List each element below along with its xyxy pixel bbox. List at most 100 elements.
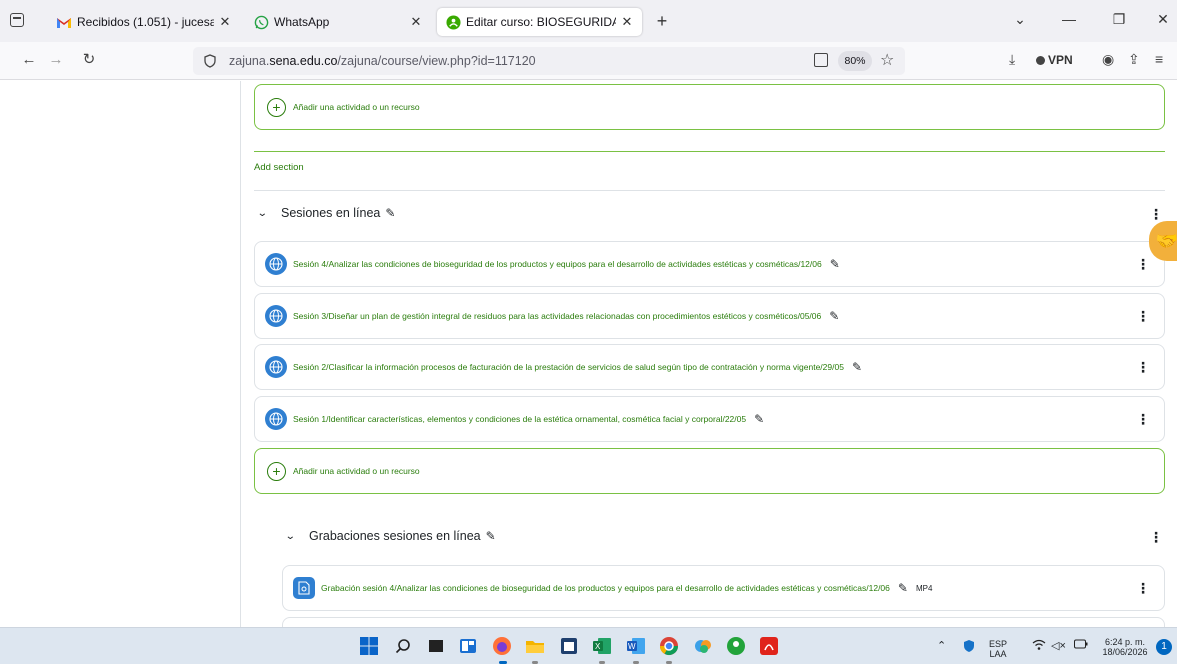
close-window-button[interactable]: ✕ (1153, 11, 1173, 28)
acrobat-icon[interactable] (757, 634, 781, 658)
activity-item: Grabación sesión 4/Analizar las condicio… (282, 565, 1165, 611)
url-globe-icon (265, 253, 287, 275)
volume-muted-icon[interactable]: ◁× (1051, 639, 1066, 652)
zoom-level-badge[interactable]: 80% (838, 51, 872, 71)
section-divider (254, 190, 1165, 191)
vpn-button[interactable]: VPN (1036, 53, 1073, 67)
minimize-button[interactable]: — (1059, 11, 1079, 27)
activity-menu-icon[interactable]: ⋮ (1136, 411, 1150, 428)
search-icon[interactable] (391, 634, 415, 658)
course-page: + Añadir una actividad o un recurso Add … (0, 81, 1177, 627)
plus-circle-icon: + (267, 461, 286, 481)
activity-menu-icon[interactable]: ⋮ (1136, 256, 1150, 273)
tab-whatsapp[interactable]: WhatsApp ✕ (245, 8, 431, 36)
edit-pencil-icon[interactable]: ✎ (852, 360, 862, 374)
plus-circle-icon: + (267, 97, 286, 117)
input-language[interactable]: ESP LAA (989, 639, 1007, 659)
url-text[interactable]: zajuna.sena.edu.co/zajuna/course/view.ph… (229, 54, 536, 68)
add-activity-label: Añadir una actividad o un recurso (293, 102, 420, 112)
tab-title: Editar curso: BIOSEGURIDAD AP (466, 15, 616, 29)
tab-gmail[interactable]: Recibidos (1.051) - jucesapin@g ✕ (48, 8, 240, 36)
activity-menu-icon[interactable]: ⋮ (1136, 359, 1150, 376)
chevron-down-icon[interactable]: ⌄ (257, 208, 275, 219)
section-divider (254, 151, 1165, 152)
edit-pencil-icon[interactable]: ✎ (829, 309, 839, 323)
wifi-icon[interactable] (1032, 639, 1046, 654)
address-bar[interactable]: zajuna.sena.edu.co/zajuna/course/view.ph… (193, 47, 905, 75)
file-icon (293, 577, 315, 599)
edit-pencil-icon[interactable]: ✎ (385, 206, 395, 220)
menu-icon[interactable]: ≡ (1155, 51, 1163, 67)
restore-button[interactable]: ❐ (1109, 11, 1129, 28)
word-icon[interactable]: W (624, 634, 648, 658)
edit-pencil-icon[interactable]: ✎ (754, 412, 764, 426)
file-type-badge: MP4 (915, 583, 933, 593)
activity-menu-icon[interactable]: ⋮ (1136, 580, 1150, 597)
section-title[interactable]: Sesiones en línea (281, 206, 380, 220)
notification-badge[interactable]: 1 (1156, 639, 1172, 655)
photos-app-icon[interactable] (691, 634, 715, 658)
tab-editar-curso[interactable]: Editar curso: BIOSEGURIDAD AP ✕ (437, 8, 642, 36)
clock[interactable]: 6:24 p. m. 18/06/2026 (1096, 637, 1154, 657)
green-app-icon[interactable] (724, 634, 748, 658)
forward-button[interactable]: → (47, 51, 65, 69)
reload-button[interactable]: ↻ (80, 51, 98, 69)
activity-menu-icon[interactable]: ⋮ (1136, 308, 1150, 325)
firefox-icon[interactable] (490, 634, 514, 658)
activity-link[interactable]: Sesión 4/Analizar las condiciones de bio… (293, 259, 822, 269)
section-header: ⌄ Sesiones en línea ✎ (257, 206, 396, 220)
section-menu-icon[interactable]: ⋮ (1149, 529, 1163, 546)
back-button[interactable]: ← (20, 51, 38, 69)
defender-shield-icon[interactable] (962, 639, 976, 656)
url-globe-icon (265, 408, 287, 430)
subsection-header: ⌄ Grabaciones sesiones en línea ✎ (285, 529, 496, 543)
excel-icon[interactable]: X (590, 634, 614, 658)
tab-close-icon[interactable]: ✕ (620, 14, 634, 30)
list-all-tabs-icon[interactable]: ⌄ (1010, 11, 1030, 28)
add-activity-button[interactable]: + Añadir una actividad o un recurso (254, 84, 1165, 130)
add-section-link[interactable]: Add section (254, 162, 304, 173)
tab-close-icon[interactable]: ✕ (218, 14, 232, 30)
tray-overflow-icon[interactable]: ⌃ (937, 639, 946, 652)
activity-item: Sesión 2/Clasificar la información proce… (254, 344, 1165, 390)
section-title[interactable]: Grabaciones sesiones en línea (309, 529, 481, 543)
site-info-icon[interactable] (203, 54, 217, 68)
tab-list-icon[interactable] (10, 13, 24, 27)
extensions-icon[interactable]: ⇪ (1128, 51, 1140, 68)
chrome-icon[interactable] (657, 634, 681, 658)
svg-text:X: X (595, 642, 601, 651)
chevron-down-icon[interactable]: ⌄ (285, 531, 303, 542)
activity-link[interactable]: Sesión 3/Diseñar un plan de gestión inte… (293, 311, 821, 321)
edit-pencil-icon[interactable]: ✎ (486, 529, 496, 543)
account-icon[interactable]: ◉ (1102, 51, 1114, 68)
battery-icon[interactable] (1074, 639, 1088, 652)
task-view-icon[interactable] (424, 634, 448, 658)
tab-close-icon[interactable]: ✕ (409, 14, 423, 30)
whatsapp-icon (253, 14, 269, 30)
downloads-icon[interactable]: ⤓ (1009, 51, 1015, 68)
vpn-status-icon (1036, 55, 1045, 65)
edit-pencil-icon[interactable]: ✎ (898, 581, 908, 595)
edit-pencil-icon[interactable]: ✎ (830, 257, 840, 271)
start-windows-icon[interactable] (357, 634, 381, 658)
new-tab-button[interactable]: + (650, 10, 674, 34)
add-activity-button[interactable]: + Añadir una actividad o un recurso (254, 448, 1165, 494)
reader-view-icon[interactable] (814, 53, 828, 67)
file-explorer-icon[interactable] (523, 634, 547, 658)
sena-icon (445, 14, 461, 30)
activity-link[interactable]: Sesión 2/Clasificar la información proce… (293, 362, 844, 372)
bookmark-star-icon[interactable]: ☆ (880, 50, 894, 70)
windows-taskbar: X W ⌃ ESP LAA ◁× 6:24 p. m. 18/06/2026 1 (0, 627, 1177, 664)
activity-item: Sesión 4/Analizar las condiciones de bio… (254, 241, 1165, 287)
browser-tabstrip: Recibidos (1.051) - jucesapin@g ✕ WhatsA… (0, 0, 1177, 42)
activity-item-partial (282, 617, 1165, 627)
activity-link[interactable]: Grabación sesión 4/Analizar las condicio… (321, 583, 890, 593)
widgets-icon[interactable] (456, 634, 480, 658)
svg-text:W: W (628, 642, 636, 651)
section-menu-icon[interactable]: ⋮ (1149, 206, 1163, 223)
help-handshake-icon[interactable]: 🤝 (1149, 221, 1177, 261)
calendar-app-icon[interactable] (557, 634, 581, 658)
activity-link[interactable]: Sesión 1/Identificar características, el… (293, 414, 746, 424)
tab-title: Recibidos (1.051) - jucesapin@g (77, 15, 214, 29)
tab-title: WhatsApp (274, 15, 330, 29)
